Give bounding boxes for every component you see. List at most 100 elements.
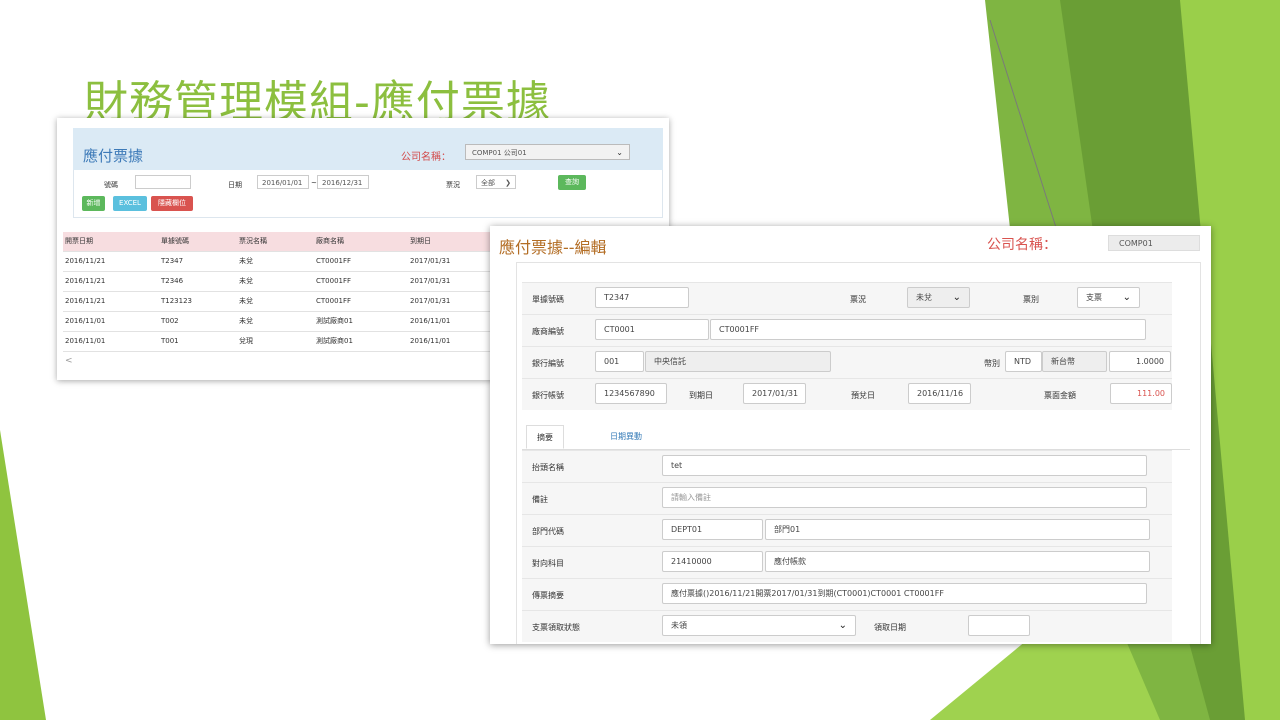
- detail-tabs: 摘要 日期異動: [522, 425, 1190, 450]
- type-select[interactable]: 支票 ⌄: [1077, 287, 1140, 308]
- table-cell: 兌現: [239, 337, 253, 345]
- payee-input[interactable]: tet: [662, 455, 1147, 476]
- account-input[interactable]: 1234567890: [595, 383, 667, 404]
- table-cell: T001: [161, 337, 179, 345]
- query-button[interactable]: 查詢: [558, 175, 586, 190]
- bank-name-field: 中央信託: [645, 351, 831, 372]
- table-cell: CT0001FF: [316, 277, 352, 285]
- company-label: 公司名稱：: [401, 152, 451, 163]
- type-value: 支票: [1086, 293, 1102, 302]
- summary-input[interactable]: 應付票據()2016/11/21開票2017/01/31到期(CT0001)CT…: [662, 583, 1147, 604]
- vendor-name-input[interactable]: CT0001FF: [710, 319, 1146, 340]
- pickup-status-label: 支票領取狀態: [532, 623, 580, 632]
- status-filter-value: 全部: [481, 179, 495, 187]
- pickup-date-label: 領取日期: [874, 623, 906, 632]
- left-green-triangle: [0, 430, 46, 720]
- detail-row: 抬頭名稱 tet: [522, 450, 1172, 482]
- form-row: 銀行帳號 1234567890 到期日 2017/01/31 預兌日 2016/…: [522, 378, 1172, 410]
- pickup-status-select[interactable]: 未領 ⌄: [662, 615, 856, 636]
- column-header[interactable]: 到期日: [410, 232, 431, 251]
- column-header[interactable]: 開票日期: [65, 232, 93, 251]
- tab-date-change[interactable]: 日期異動: [600, 425, 652, 449]
- table-cell: 未兌: [239, 317, 253, 325]
- hide-columns-button[interactable]: 隱藏欄位: [151, 196, 193, 211]
- table-cell: 未兌: [239, 257, 253, 265]
- amount-label: 票面金額: [1044, 391, 1076, 400]
- table-cell: 2017/01/31: [410, 297, 451, 305]
- status-value: 未兌: [916, 293, 932, 302]
- scroll-left-icon[interactable]: <: [65, 356, 73, 366]
- detail-row: 部門代碼 DEPT01 部門01: [522, 514, 1172, 546]
- table-cell: T2347: [161, 257, 184, 265]
- table-cell: 未兌: [239, 297, 253, 305]
- bank-code-label: 銀行編號: [532, 359, 564, 368]
- due-input[interactable]: 2017/01/31: [743, 383, 806, 404]
- vendor-code-input[interactable]: CT0001: [595, 319, 709, 340]
- expected-label: 預兌日: [851, 391, 875, 400]
- edit-title: 應付票據--編輯: [499, 238, 607, 257]
- detail-row: 傳票摘要 應付票據()2016/11/21開票2017/01/31到期(CT00…: [522, 578, 1172, 610]
- table-cell: T2346: [161, 277, 184, 285]
- status-filter-label: 票況: [446, 181, 460, 189]
- pickup-date-input[interactable]: [968, 615, 1030, 636]
- vendor-label: 廠商編號: [532, 327, 564, 336]
- pickup-status-value: 未領: [671, 621, 687, 630]
- note-input[interactable]: 請輸入備註: [662, 487, 1147, 508]
- detail-row: 支票領取狀態 未領 ⌄ 領取日期: [522, 610, 1172, 642]
- date-to-input[interactable]: 2016/12/31: [317, 175, 369, 189]
- status-filter-select[interactable]: 全部 ❯: [476, 175, 516, 189]
- table-cell: 未兌: [239, 277, 253, 285]
- doc-no-input[interactable]: T2347: [595, 287, 689, 308]
- excel-button[interactable]: EXCEL: [113, 196, 147, 211]
- table-cell: 2016/11/21: [65, 297, 106, 305]
- dept-code-input[interactable]: DEPT01: [662, 519, 763, 540]
- date-from-input[interactable]: 2016/01/01: [257, 175, 309, 189]
- number-label: 號碼: [104, 181, 118, 189]
- table-cell: 2017/01/31: [410, 277, 451, 285]
- edit-company-label: 公司名稱：: [987, 237, 1057, 253]
- chevron-down-icon: ⌄: [838, 620, 847, 631]
- column-header[interactable]: 票況名稱: [239, 232, 267, 251]
- subject-code-input[interactable]: 21410000: [662, 551, 763, 572]
- table-cell: 2016/11/21: [65, 257, 106, 265]
- table-cell: 2016/11/01: [410, 337, 451, 345]
- dept-label: 部門代碼: [532, 527, 564, 536]
- chevron-down-icon: ⌄: [1122, 292, 1131, 303]
- table-cell: 測試廠商01: [316, 337, 353, 345]
- table-cell: 2016/11/01: [410, 317, 451, 325]
- form-row: 銀行編號 001 中央信託 幣別 NTD 新台幣 1.0000: [522, 346, 1172, 378]
- list-title: 應付票據: [83, 147, 144, 165]
- chevron-down-icon: ⌄: [616, 148, 623, 157]
- currency-input[interactable]: NTD: [1005, 351, 1042, 372]
- due-label: 到期日: [689, 391, 713, 400]
- date-separator: ~: [311, 179, 317, 187]
- note-label: 備註: [532, 495, 548, 504]
- doc-no-label: 單據號碼: [532, 295, 564, 304]
- table-cell: 2017/01/31: [410, 257, 451, 265]
- edit-window: 應付票據--編輯 公司名稱： COMP01 單據號碼 T2347 票況 未兌 ⌄…: [490, 226, 1211, 644]
- column-header[interactable]: 單據號碼: [161, 232, 189, 251]
- chevron-down-icon: ⌄: [952, 292, 961, 303]
- subject-name-input[interactable]: 應付帳款: [765, 551, 1150, 572]
- table-cell: 測試廠商01: [316, 317, 353, 325]
- bank-code-input[interactable]: 001: [595, 351, 644, 372]
- currency-label: 幣別: [984, 359, 1000, 368]
- payee-label: 抬頭名稱: [532, 463, 564, 472]
- table-cell: 2016/11/21: [65, 277, 106, 285]
- detail-row: 備註 請輸入備註: [522, 482, 1172, 514]
- dept-name-input[interactable]: 部門01: [765, 519, 1150, 540]
- company-select[interactable]: COMP01 公司01 ⌄: [465, 144, 630, 160]
- table-cell: CT0001FF: [316, 297, 352, 305]
- account-label: 銀行帳號: [532, 391, 564, 400]
- status-select[interactable]: 未兌 ⌄: [907, 287, 970, 308]
- add-button[interactable]: 新增: [82, 196, 105, 211]
- tab-summary[interactable]: 摘要: [526, 425, 564, 449]
- expected-input[interactable]: 2016/11/16: [908, 383, 971, 404]
- summary-label: 傳票摘要: [532, 591, 564, 600]
- filter-panel: 號碼 日期 2016/01/01 ~ 2016/12/31 票況 全部 ❯ 查詢…: [73, 170, 663, 218]
- detail-row: 對向科目 21410000 應付帳款: [522, 546, 1172, 578]
- column-header[interactable]: 廠商名稱: [316, 232, 344, 251]
- exchange-rate-input[interactable]: 1.0000: [1109, 351, 1171, 372]
- amount-input[interactable]: 111.00: [1110, 383, 1172, 404]
- number-input[interactable]: [135, 175, 191, 189]
